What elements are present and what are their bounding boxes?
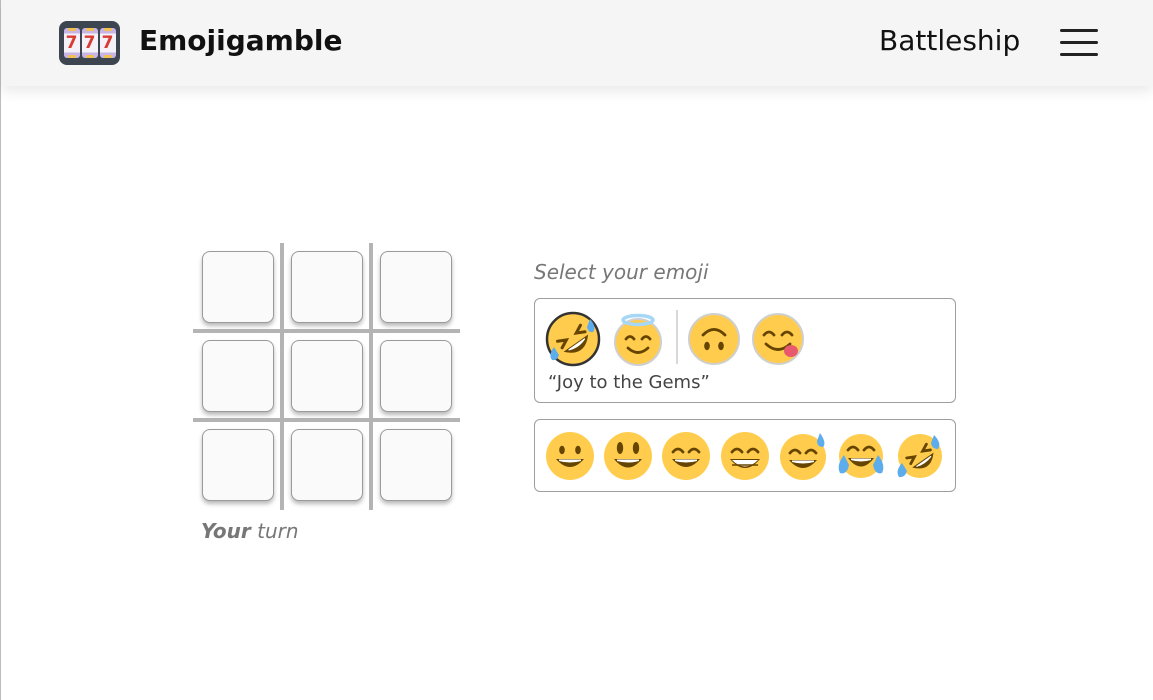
board-cell-8[interactable] (291, 429, 363, 501)
turn-owner: Your (201, 519, 251, 543)
face-with-tears-of-joy-icon[interactable] (836, 431, 886, 481)
grinning-face-big-eyes-icon[interactable] (603, 431, 653, 481)
smiling-face-with-halo-icon[interactable] (610, 311, 666, 367)
board-cell-1[interactable] (202, 251, 274, 323)
featured-divider (676, 310, 678, 364)
battleship-link[interactable]: Battleship (879, 24, 1020, 57)
rolling-on-floor-laughing-icon[interactable] (545, 311, 601, 367)
upside-down-face-icon[interactable] (686, 311, 742, 367)
grinning-face-icon[interactable] (545, 431, 595, 481)
grid-line-horizontal (193, 418, 460, 422)
board-cell-7[interactable] (202, 429, 274, 501)
board-cell-3[interactable] (380, 251, 452, 323)
logo-reel: 7 (81, 28, 98, 58)
board-cell-6[interactable] (380, 340, 452, 412)
board-cell-4[interactable] (202, 340, 274, 412)
logo-reel: 7 (99, 28, 116, 58)
grinning-face-with-sweat-icon[interactable] (778, 431, 828, 481)
grid-line-vertical (369, 243, 373, 510)
board-cell-9[interactable] (380, 429, 452, 501)
brand-title[interactable]: Emojigamble (139, 24, 342, 57)
slot-machine-logo-icon[interactable]: 7 7 7 (59, 21, 120, 65)
logo-reel: 7 (63, 28, 80, 58)
tic-tac-toe-board (193, 243, 460, 510)
board-cell-2[interactable] (291, 251, 363, 323)
face-savoring-food-icon[interactable] (750, 311, 806, 367)
grid-line-vertical (280, 243, 284, 510)
hamburger-menu-icon[interactable] (1060, 28, 1098, 58)
grid-line-horizontal (193, 329, 460, 333)
top-bar: 7 7 7 Emojigamble Battleship (1, 0, 1153, 86)
emoji-set-name: “Joy to the Gems” (548, 372, 710, 393)
turn-label: turn (250, 519, 299, 543)
turn-indicator: Your turn (201, 519, 299, 543)
board-cell-5[interactable] (291, 340, 363, 412)
rolling-on-floor-laughing-icon[interactable] (894, 431, 944, 481)
grinning-face-smiling-eyes-icon[interactable] (661, 431, 711, 481)
select-emoji-label: Select your emoji (534, 260, 709, 284)
beaming-face-icon[interactable] (720, 431, 770, 481)
